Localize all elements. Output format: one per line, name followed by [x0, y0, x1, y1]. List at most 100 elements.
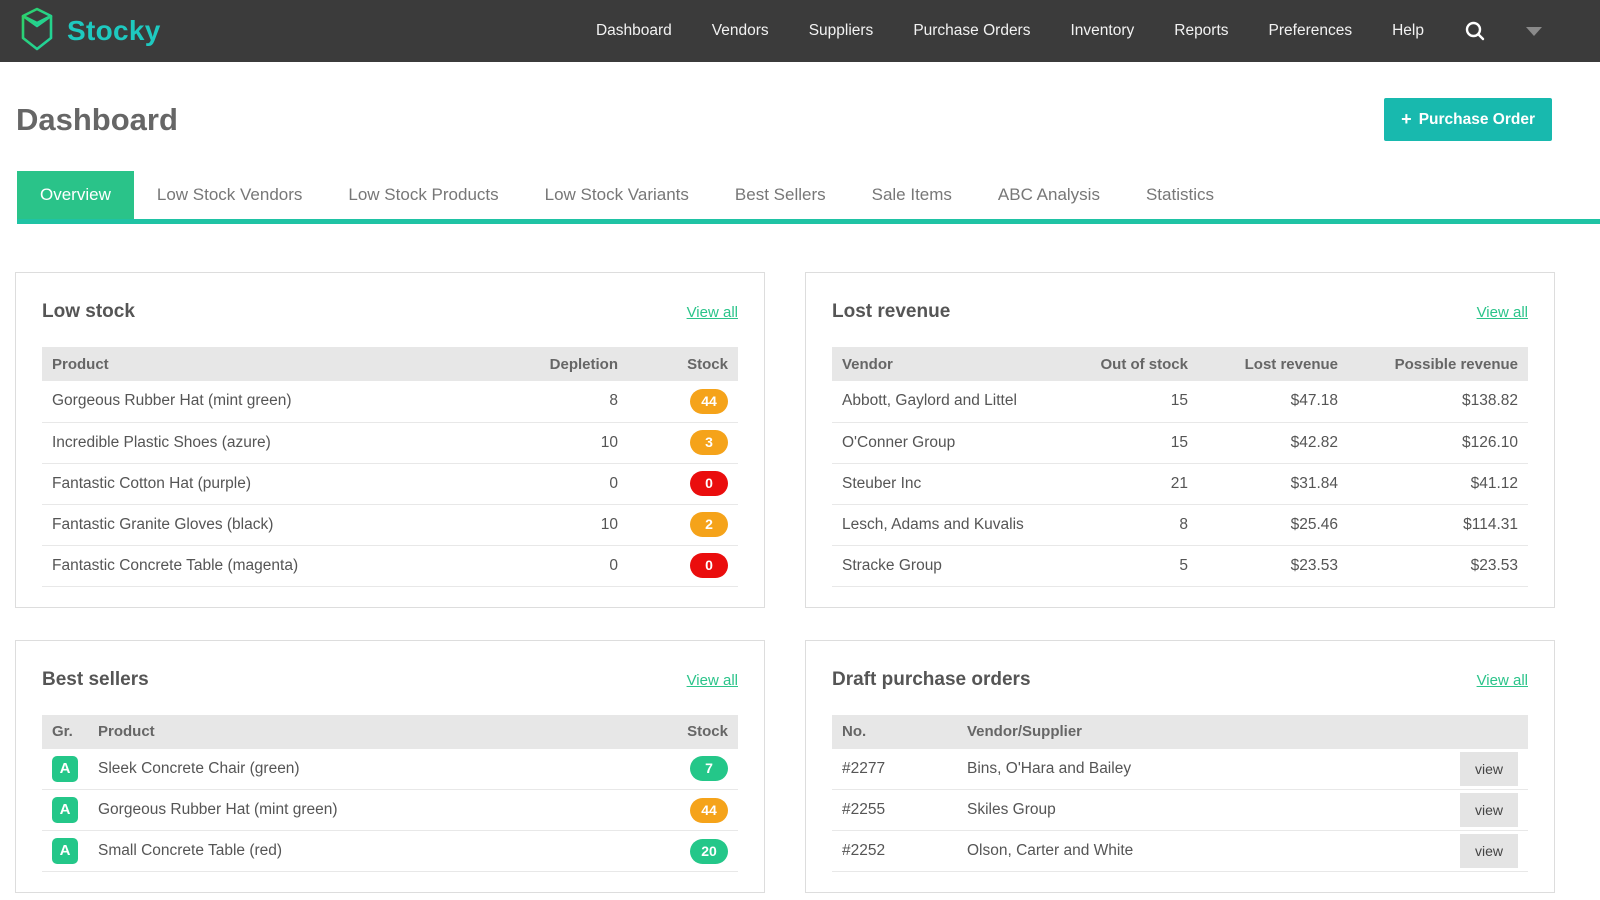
tab-statistics[interactable]: Statistics	[1123, 171, 1237, 219]
table-header-row: Vendor Out of stock Lost revenue Possibl…	[832, 347, 1528, 381]
brand-name: Stocky	[67, 15, 161, 47]
tab-sale-items[interactable]: Sale Items	[849, 171, 975, 219]
out-of-stock-value: 8	[1068, 504, 1198, 545]
table-header-row: No. Vendor/Supplier	[832, 715, 1528, 749]
table-row: Lesch, Adams and Kuvalis 8 $25.46 $114.3…	[832, 504, 1528, 545]
vendor-name: Steuber Inc	[832, 463, 1068, 504]
vendor-supplier-name: Bins, O'Hara and Bailey	[957, 749, 1438, 790]
draft-purchase-orders-view-all-link[interactable]: View all	[1477, 672, 1528, 689]
table-row: Fantastic Cotton Hat (purple) 0 0	[42, 463, 738, 504]
stock-badge: 20	[690, 839, 728, 864]
tab-overview[interactable]: Overview	[17, 171, 134, 219]
lost-revenue-value: $23.53	[1198, 545, 1348, 586]
view-button[interactable]: view	[1460, 793, 1518, 827]
table-row: Incredible Plastic Shoes (azure) 10 3	[42, 422, 738, 463]
column-header-no: No.	[832, 715, 957, 749]
nav-item-suppliers[interactable]: Suppliers	[809, 22, 874, 40]
nav-item-inventory[interactable]: Inventory	[1070, 22, 1134, 40]
table-row: Abbott, Gaylord and Littel 15 $47.18 $13…	[832, 381, 1528, 422]
tab-low-stock-variants[interactable]: Low Stock Variants	[522, 171, 712, 219]
lost-revenue-view-all-link[interactable]: View all	[1477, 304, 1528, 321]
new-purchase-order-button[interactable]: + Purchase Order	[1384, 98, 1552, 141]
column-header-stock: Stock	[628, 715, 738, 749]
top-navbar: Stocky Dashboard Vendors Suppliers Purch…	[0, 0, 1600, 62]
stock-badge: 3	[690, 430, 728, 455]
stock-badge: 0	[690, 471, 728, 496]
out-of-stock-value: 21	[1068, 463, 1198, 504]
vendor-name: Abbott, Gaylord and Littel	[832, 381, 1068, 422]
tab-low-stock-products[interactable]: Low Stock Products	[325, 171, 521, 219]
view-button[interactable]: view	[1460, 834, 1518, 868]
dashboard-panels: Low stock View all Product Depletion Sto…	[15, 272, 1555, 893]
possible-revenue-value: $138.82	[1348, 381, 1528, 422]
product-name: Fantastic Concrete Table (magenta)	[42, 545, 518, 586]
vendor-name: O'Conner Group	[832, 422, 1068, 463]
draft-purchase-orders-panel: Draft purchase orders View all No. Vendo…	[805, 640, 1555, 894]
new-purchase-order-label: Purchase Order	[1419, 111, 1535, 129]
page-header: Dashboard + Purchase Order	[0, 62, 1600, 171]
grade-badge: A	[52, 797, 78, 823]
vendor-name: Lesch, Adams and Kuvalis	[832, 504, 1068, 545]
table-row: #2277 Bins, O'Hara and Bailey view	[832, 749, 1528, 790]
out-of-stock-value: 15	[1068, 422, 1198, 463]
product-name: Small Concrete Table (red)	[88, 831, 628, 872]
table-row: O'Conner Group 15 $42.82 $126.10	[832, 422, 1528, 463]
chevron-down-icon[interactable]	[1526, 27, 1542, 36]
view-button[interactable]: view	[1460, 752, 1518, 786]
draft-purchase-orders-title: Draft purchase orders	[832, 669, 1031, 691]
best-sellers-view-all-link[interactable]: View all	[687, 672, 738, 689]
depletion-value: 8	[518, 381, 628, 422]
nav-item-dashboard[interactable]: Dashboard	[596, 22, 672, 40]
search-icon[interactable]	[1464, 20, 1486, 42]
table-row: A Gorgeous Rubber Hat (mint green) 44	[42, 790, 738, 831]
lost-revenue-table: Vendor Out of stock Lost revenue Possibl…	[832, 347, 1528, 587]
table-row: Fantastic Concrete Table (magenta) 0 0	[42, 545, 738, 586]
nav-item-vendors[interactable]: Vendors	[712, 22, 769, 40]
best-sellers-table: Gr. Product Stock A Sleek Concrete Chair…	[42, 715, 738, 873]
tab-abc-analysis[interactable]: ABC Analysis	[975, 171, 1123, 219]
column-header-action	[1438, 715, 1528, 749]
tab-best-sellers[interactable]: Best Sellers	[712, 171, 849, 219]
product-name: Gorgeous Rubber Hat (mint green)	[88, 790, 628, 831]
best-sellers-panel: Best sellers View all Gr. Product Stock …	[15, 640, 765, 894]
best-sellers-title: Best sellers	[42, 669, 149, 691]
column-header-depletion: Depletion	[518, 347, 628, 381]
dashboard-tabs: Overview Low Stock Vendors Low Stock Pro…	[17, 171, 1600, 224]
possible-revenue-value: $114.31	[1348, 504, 1528, 545]
column-header-stock: Stock	[628, 347, 738, 381]
po-number: #2252	[832, 831, 957, 872]
nav-item-help[interactable]: Help	[1392, 22, 1424, 40]
product-name: Incredible Plastic Shoes (azure)	[42, 422, 518, 463]
lost-revenue-title: Lost revenue	[832, 301, 950, 323]
column-header-possible-revenue: Possible revenue	[1348, 347, 1528, 381]
lost-revenue-value: $31.84	[1198, 463, 1348, 504]
page-title: Dashboard	[16, 102, 178, 138]
stock-badge: 7	[690, 756, 728, 781]
possible-revenue-value: $126.10	[1348, 422, 1528, 463]
column-header-lost-revenue: Lost revenue	[1198, 347, 1348, 381]
column-header-out-of-stock: Out of stock	[1068, 347, 1198, 381]
grade-badge: A	[52, 838, 78, 864]
draft-purchase-orders-table: No. Vendor/Supplier #2277 Bins, O'Hara a…	[832, 715, 1528, 873]
nav-item-reports[interactable]: Reports	[1174, 22, 1228, 40]
low-stock-view-all-link[interactable]: View all	[687, 304, 738, 321]
product-name: Sleek Concrete Chair (green)	[88, 749, 628, 790]
nav-item-preferences[interactable]: Preferences	[1269, 22, 1353, 40]
vendor-supplier-name: Skiles Group	[957, 790, 1438, 831]
lost-revenue-panel: Lost revenue View all Vendor Out of stoc…	[805, 272, 1555, 608]
table-header-row: Product Depletion Stock	[42, 347, 738, 381]
po-number: #2255	[832, 790, 957, 831]
column-header-grade: Gr.	[42, 715, 88, 749]
low-stock-title: Low stock	[42, 301, 135, 323]
depletion-value: 10	[518, 422, 628, 463]
stocky-logo-icon	[16, 6, 58, 57]
stocky-logo[interactable]: Stocky	[16, 6, 161, 57]
possible-revenue-value: $41.12	[1348, 463, 1528, 504]
tab-low-stock-vendors[interactable]: Low Stock Vendors	[134, 171, 326, 219]
product-name: Fantastic Granite Gloves (black)	[42, 504, 518, 545]
stock-badge: 44	[690, 389, 728, 414]
table-row: Stracke Group 5 $23.53 $23.53	[832, 545, 1528, 586]
nav-items: Dashboard Vendors Suppliers Purchase Ord…	[596, 20, 1542, 42]
lost-revenue-value: $42.82	[1198, 422, 1348, 463]
nav-item-purchase-orders[interactable]: Purchase Orders	[913, 22, 1030, 40]
